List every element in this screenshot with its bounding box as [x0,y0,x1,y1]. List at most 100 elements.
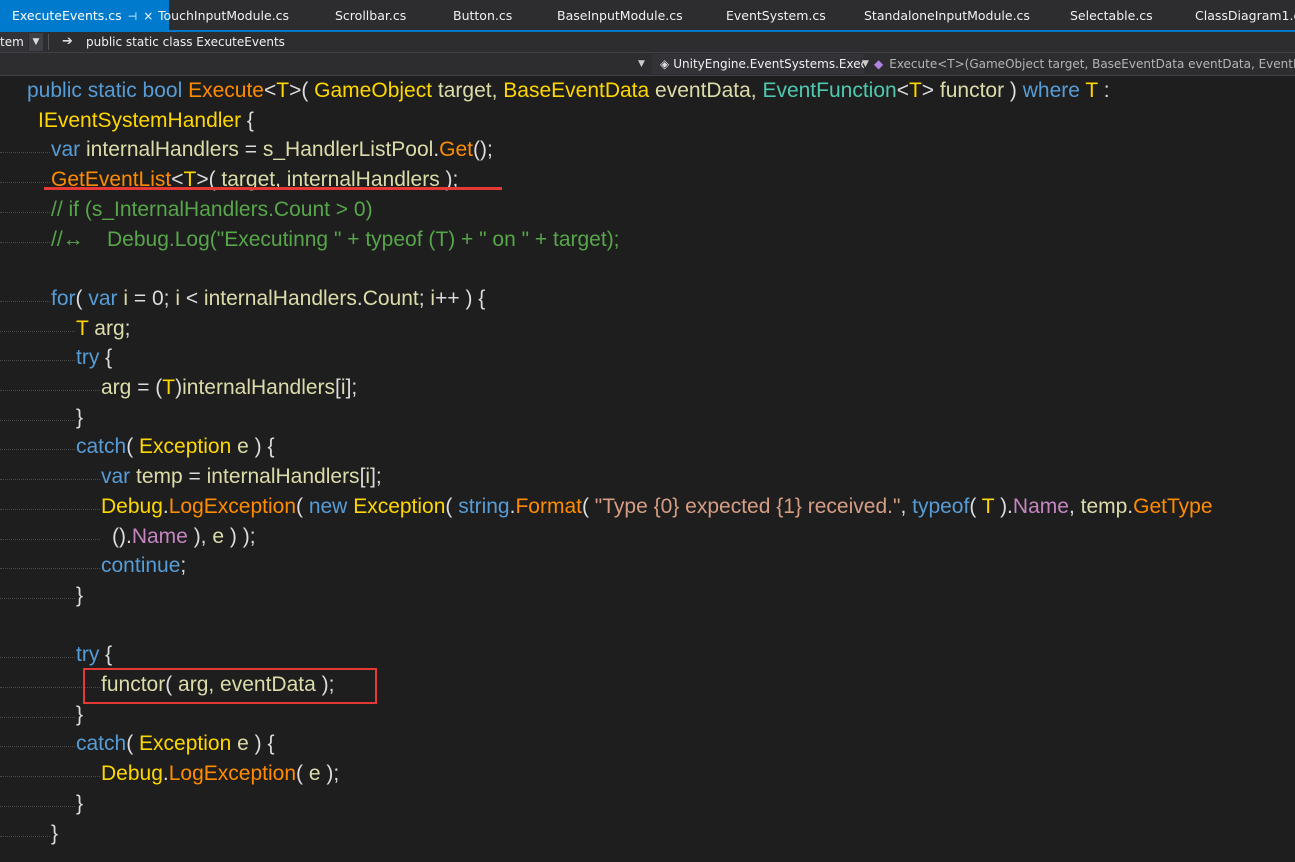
code-token: ( [296,762,309,785]
code-token: Debug [101,495,163,518]
code-token: } [76,584,84,607]
code-token: string [458,495,510,518]
tab-label: Button.cs [453,8,513,23]
code-token: ). [994,495,1013,518]
code-line[interactable]: try { [76,640,112,670]
code-token: ( [445,495,459,518]
code-token: //↔ Debug.Log("Executinng " + typeof (T)… [51,228,620,251]
code-token: try [76,346,100,369]
divider [48,34,49,50]
code-line[interactable]: GetEventList<T>( target, internalHandler… [51,165,458,195]
tab-button[interactable]: Button.cs [453,0,512,30]
pin-icon[interactable]: ⊣ [128,1,138,30]
chevron-down-icon[interactable]: ▼ [29,33,43,51]
tab-class-diagram[interactable]: ClassDiagram1.cd [1195,0,1295,30]
indent-guide [0,242,50,244]
tab-scrollbar[interactable]: Scrollbar.cs [335,0,406,30]
code-token: Exception [353,495,446,518]
code-token: temp [1080,495,1128,518]
red-underline-annotation [44,187,502,190]
code-line[interactable]: try { [76,343,112,373]
code-token: T [908,79,922,102]
code-line[interactable]: Debug.LogException( e ); [101,759,339,789]
indent-guide [0,806,75,808]
code-line[interactable]: } [76,789,83,819]
indent-guide [0,390,100,392]
indent-guide [0,212,50,214]
code-line[interactable]: } [51,819,58,849]
chevron-down-icon[interactable]: ▼ [638,53,645,75]
tab-label: Scrollbar.cs [335,8,407,23]
code-token: < [896,79,909,102]
tab-touch-input-module[interactable]: TouchInputModule.cs [158,0,289,30]
code-line[interactable]: arg = (T)internalHandlers[i]; [101,373,357,403]
code-token: { [241,109,254,132]
code-line[interactable]: } [76,581,83,611]
tab-event-system[interactable]: EventSystem.cs [726,0,826,30]
document-tab-bar: ExecuteEvents.cs ⊣ × TouchInputModule.cs S… [0,0,1295,32]
code-line[interactable]: T arg; [76,314,131,344]
red-box-annotation [83,668,377,704]
code-token: IEventSystemHandler [38,109,242,132]
class-icon: ◈ [660,57,670,71]
code-line[interactable]: //↔ Debug.Log("Executinng " + typeof (T)… [51,225,620,255]
arrow-right-icon: ➔ [62,34,73,49]
code-token: LogException [168,762,296,785]
code-token: ++ ) { [435,287,486,310]
class-label: public static class ExecuteEvents [86,35,285,49]
code-line[interactable]: var temp = internalHandlers[i]; [101,462,382,492]
tab-base-input-module[interactable]: BaseInputModule.cs [557,0,683,30]
member-dropdown[interactable]: ◆ Execute<T>(GameObject target, BaseEvent… [872,54,1295,74]
code-line[interactable]: ().Name ), e ) ); [112,522,256,552]
code-token: public static bool [27,79,189,102]
code-token: continue [101,554,181,577]
code-token: Count [362,287,419,310]
code-token: arg [101,376,132,399]
close-icon[interactable]: × [143,0,153,30]
code-line[interactable]: catch( Exception e ) { [76,432,274,462]
code-token: < [263,79,277,102]
tab-label: TouchInputModule.cs [158,8,290,23]
code-token: ; [180,554,187,577]
indent-guide [0,360,75,362]
tab-label: Selectable.cs [1070,8,1153,23]
tab-selectable[interactable]: Selectable.cs [1070,0,1153,30]
code-token: ), [187,525,213,548]
code-token: , [1068,495,1081,518]
code-line[interactable]: IEventSystemHandler { [38,106,254,136]
chevron-down-icon[interactable]: ▼ [862,53,869,75]
code-line[interactable]: // if (s_InternalHandlers.Count > 0) [51,195,373,225]
code-line[interactable]: continue; [101,551,186,581]
tab-standalone-input-module[interactable]: StandaloneInputModule.cs [864,0,1030,30]
code-token: var [88,287,124,310]
code-token: } [51,822,59,845]
code-token: (). [112,525,132,548]
code-token: functor [939,79,1005,102]
code-token: var [51,138,87,161]
code-line[interactable]: } [76,700,83,730]
code-line[interactable]: } [76,403,83,433]
code-line[interactable]: catch( Exception e ) { [76,729,274,759]
code-line[interactable]: public static bool Execute<T>( GameObjec… [27,76,1110,106]
code-token: // if (s_InternalHandlers.Count > 0) [51,198,373,221]
code-line[interactable]: for( var i = 0; i < internalHandlers.Cou… [51,284,485,314]
code-token: catch [76,732,127,755]
indent-guide [0,449,75,451]
project-scope-dropdown[interactable]: tem [0,32,28,52]
code-token: Name [1012,495,1069,518]
code-line[interactable]: var internalHandlers = s_HandlerListPool… [51,135,493,165]
code-token: T [162,376,176,399]
code-line[interactable]: Debug.LogException( new Exception( strin… [101,492,1213,522]
code-token: ; [124,317,131,340]
code-token: e [212,525,225,548]
code-token: "Type {0} expected {1} received." [594,495,901,518]
code-token: ( [75,287,89,310]
tab-execute-events[interactable]: ExecuteEvents.cs ⊣ × [0,0,169,30]
code-token: eventData, [649,79,763,102]
indent-guide [0,331,75,333]
namespace-label: UnityEngine.EventSystems.Exec [673,57,864,71]
code-editor[interactable]: public static bool Execute<T>( GameObjec… [0,76,1295,862]
namespace-dropdown[interactable]: ◈ UnityEngine.EventSystems.Exec [652,54,864,74]
code-token: { [99,346,113,369]
code-token: catch [76,435,127,458]
